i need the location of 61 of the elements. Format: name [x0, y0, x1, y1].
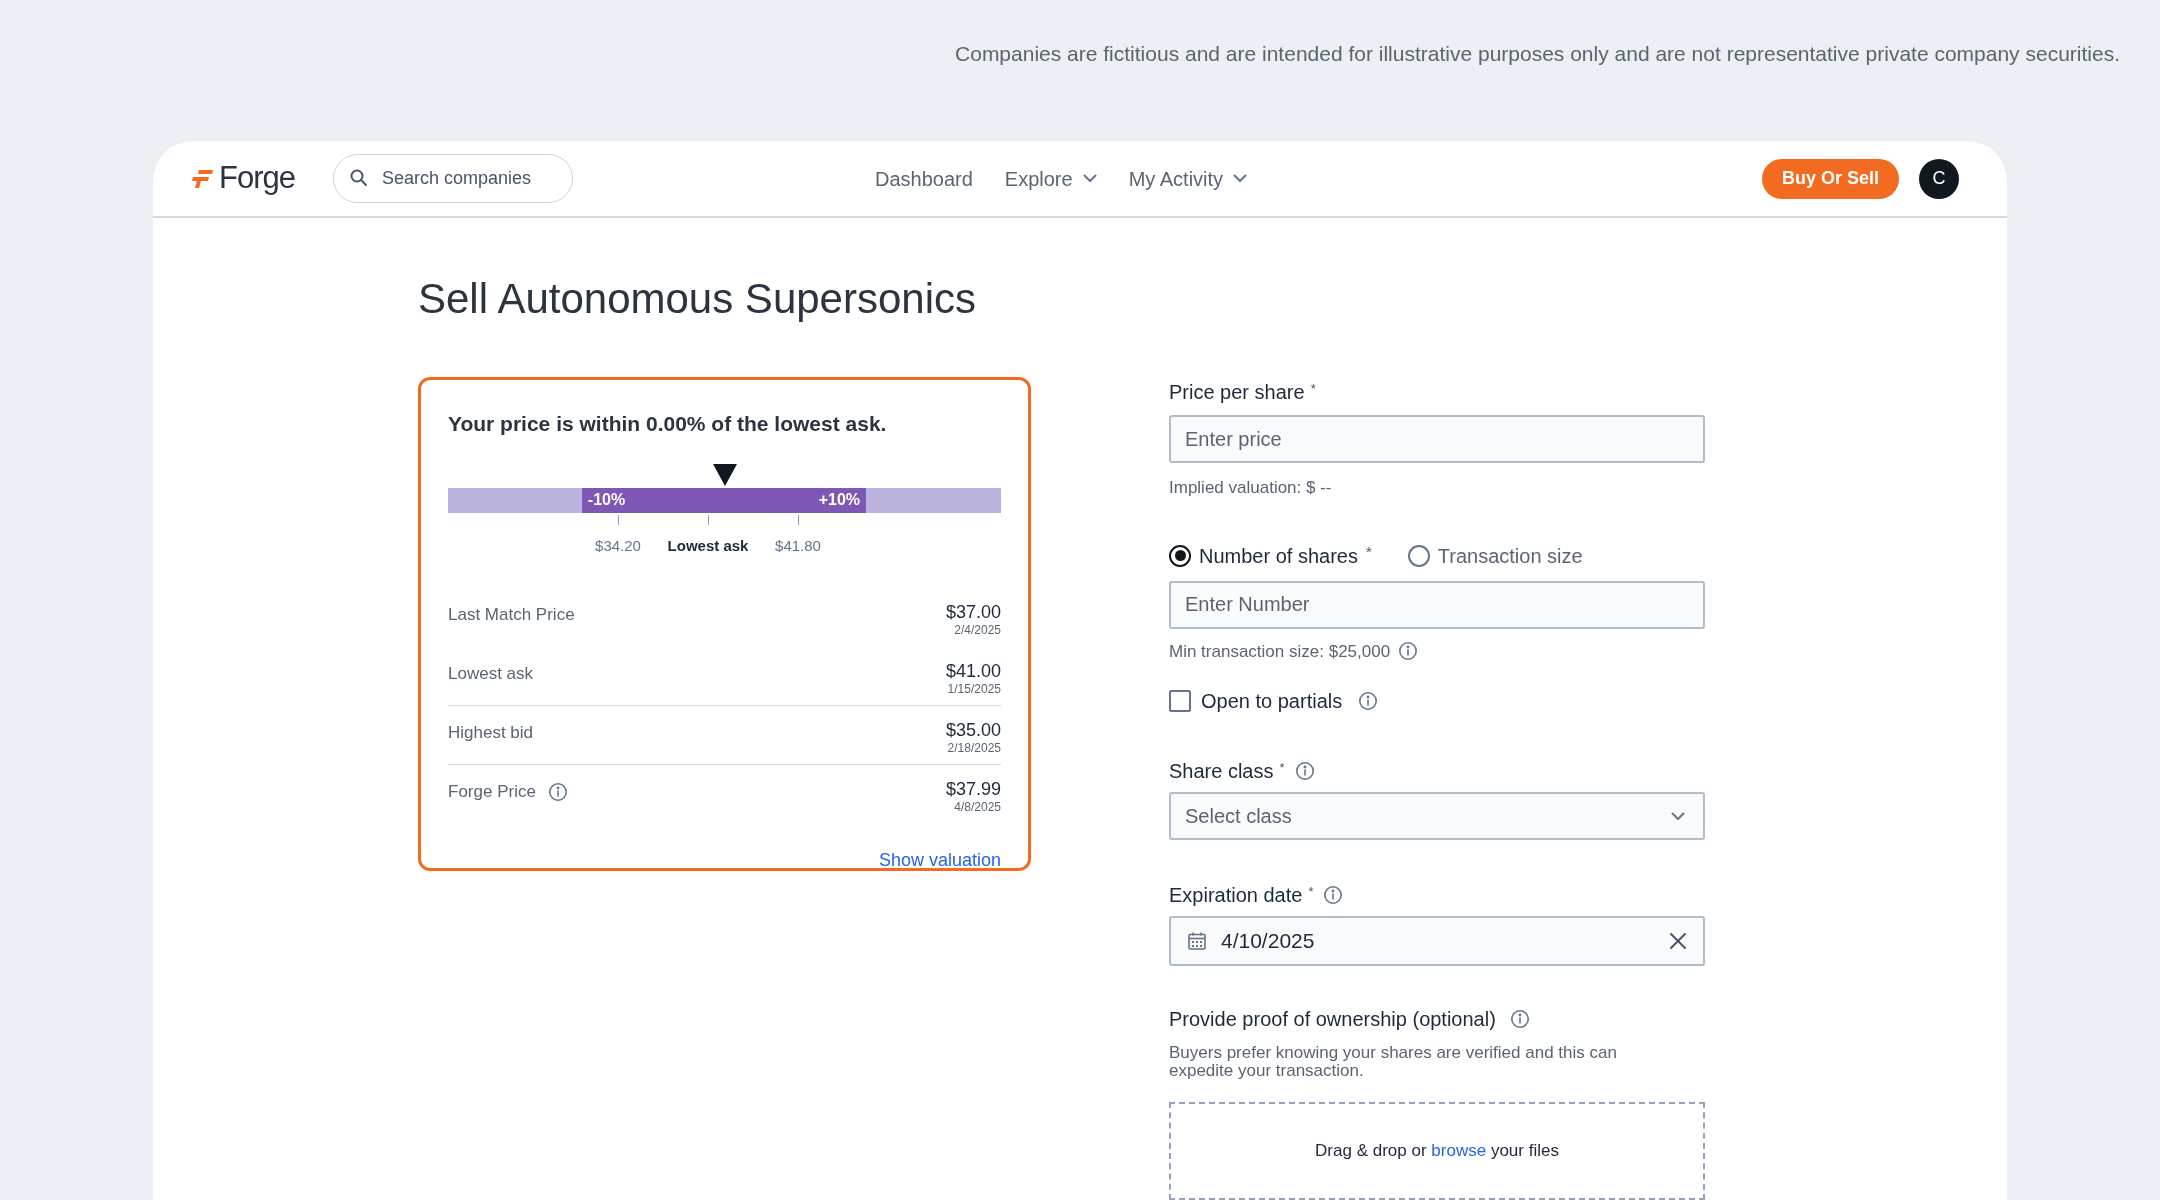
- implied-valuation-text: Implied valuation: $ --: [1169, 477, 1333, 499]
- date-input-field[interactable]: 4/10/2025: [1169, 916, 1705, 966]
- field-label: Share class: [1169, 759, 1274, 784]
- stat-label: Last Match Price: [448, 604, 575, 626]
- proof-description: Buyers prefer knowing your shares are verified and this can expedite your transaction.: [1169, 1044, 1618, 1080]
- avatar[interactable]: C: [1919, 158, 1959, 199]
- min-transaction-text: Min transaction size: $25,000: [1169, 640, 1391, 663]
- required-mark: *: [1310, 380, 1316, 398]
- calendar-icon: [1187, 931, 1207, 951]
- required-mark: *: [1279, 759, 1285, 777]
- search-field[interactable]: Search companies: [333, 154, 573, 203]
- disclaimer-text: Companies are fictitious and are intended for illustrative purposes only and are not representative private company securities.: [955, 41, 2120, 66]
- band-label: -10%: [587, 490, 626, 510]
- nav-link[interactable]: Explore: [1004, 163, 1073, 194]
- show-valuation-link[interactable]: Show valuation: [878, 847, 1001, 874]
- share-class-select[interactable]: Select class: [1169, 792, 1705, 840]
- price-input-field[interactable]: Enter price: [1169, 415, 1705, 463]
- field-label: Price per share: [1169, 380, 1305, 405]
- stat-label: Forge Price: [448, 781, 536, 803]
- stat-date: 1/15/2025: [947, 681, 1001, 697]
- stat-date: 2/18/2025: [947, 740, 1001, 756]
- radio-button[interactable]: [1407, 544, 1430, 567]
- drop-zone-text: Drag & drop or browse your files: [1315, 1140, 1559, 1163]
- stat-value: $37.00: [945, 602, 1001, 622]
- stat-date: 4/8/2025: [954, 799, 1001, 815]
- tick-label: $41.80: [775, 535, 821, 556]
- tick-label: $34.20: [595, 535, 641, 556]
- nav-link[interactable]: Dashboard: [875, 163, 973, 194]
- stat-date: 2/4/2025: [954, 622, 1001, 638]
- checkbox-label[interactable]: Open to partials: [1201, 686, 1343, 716]
- browse-link[interactable]: browse: [1431, 1141, 1487, 1161]
- logo-text[interactable]: Forge: [219, 155, 295, 202]
- stat-label: Highest bid: [448, 722, 534, 744]
- band-label: +10%: [818, 490, 861, 510]
- info-icon[interactable]: [1398, 641, 1419, 662]
- checkbox[interactable]: [1169, 690, 1191, 712]
- info-icon[interactable]: [1509, 1009, 1530, 1029]
- info-icon[interactable]: [1358, 691, 1379, 711]
- page-title: Sell Autonomous Supersonics: [418, 274, 977, 324]
- nav-link[interactable]: My Activity: [1128, 163, 1224, 194]
- info-icon[interactable]: [1294, 761, 1315, 781]
- stat-label: Lowest ask: [448, 663, 534, 685]
- close-icon[interactable]: [1669, 932, 1687, 950]
- info-icon[interactable]: [547, 781, 568, 802]
- radio-label[interactable]: Number of shares: [1199, 540, 1358, 571]
- number-input-field[interactable]: Enter Number: [1169, 580, 1705, 629]
- stat-value: $35.00: [945, 720, 1001, 740]
- radio-label[interactable]: Transaction size: [1437, 540, 1583, 571]
- chevron-down-icon: [1671, 811, 1685, 821]
- stat-value: $37.99: [945, 779, 1001, 799]
- stat-value: $41.00: [945, 661, 1001, 681]
- field-label: Expiration date: [1169, 883, 1303, 908]
- search-icon: [349, 168, 369, 188]
- price-headline: Your price is within 0.00% of the lowest ask.: [448, 411, 888, 437]
- field-label: Provide proof of ownership (optional): [1169, 1007, 1496, 1032]
- tick-label: Lowest ask: [667, 535, 749, 556]
- radio-button[interactable]: [1169, 544, 1191, 567]
- required-mark: *: [1365, 541, 1372, 562]
- info-icon[interactable]: [1323, 885, 1344, 905]
- file-drop-zone[interactable]: Drag & drop or browse your files: [1169, 1102, 1705, 1200]
- required-mark: *: [1308, 883, 1314, 901]
